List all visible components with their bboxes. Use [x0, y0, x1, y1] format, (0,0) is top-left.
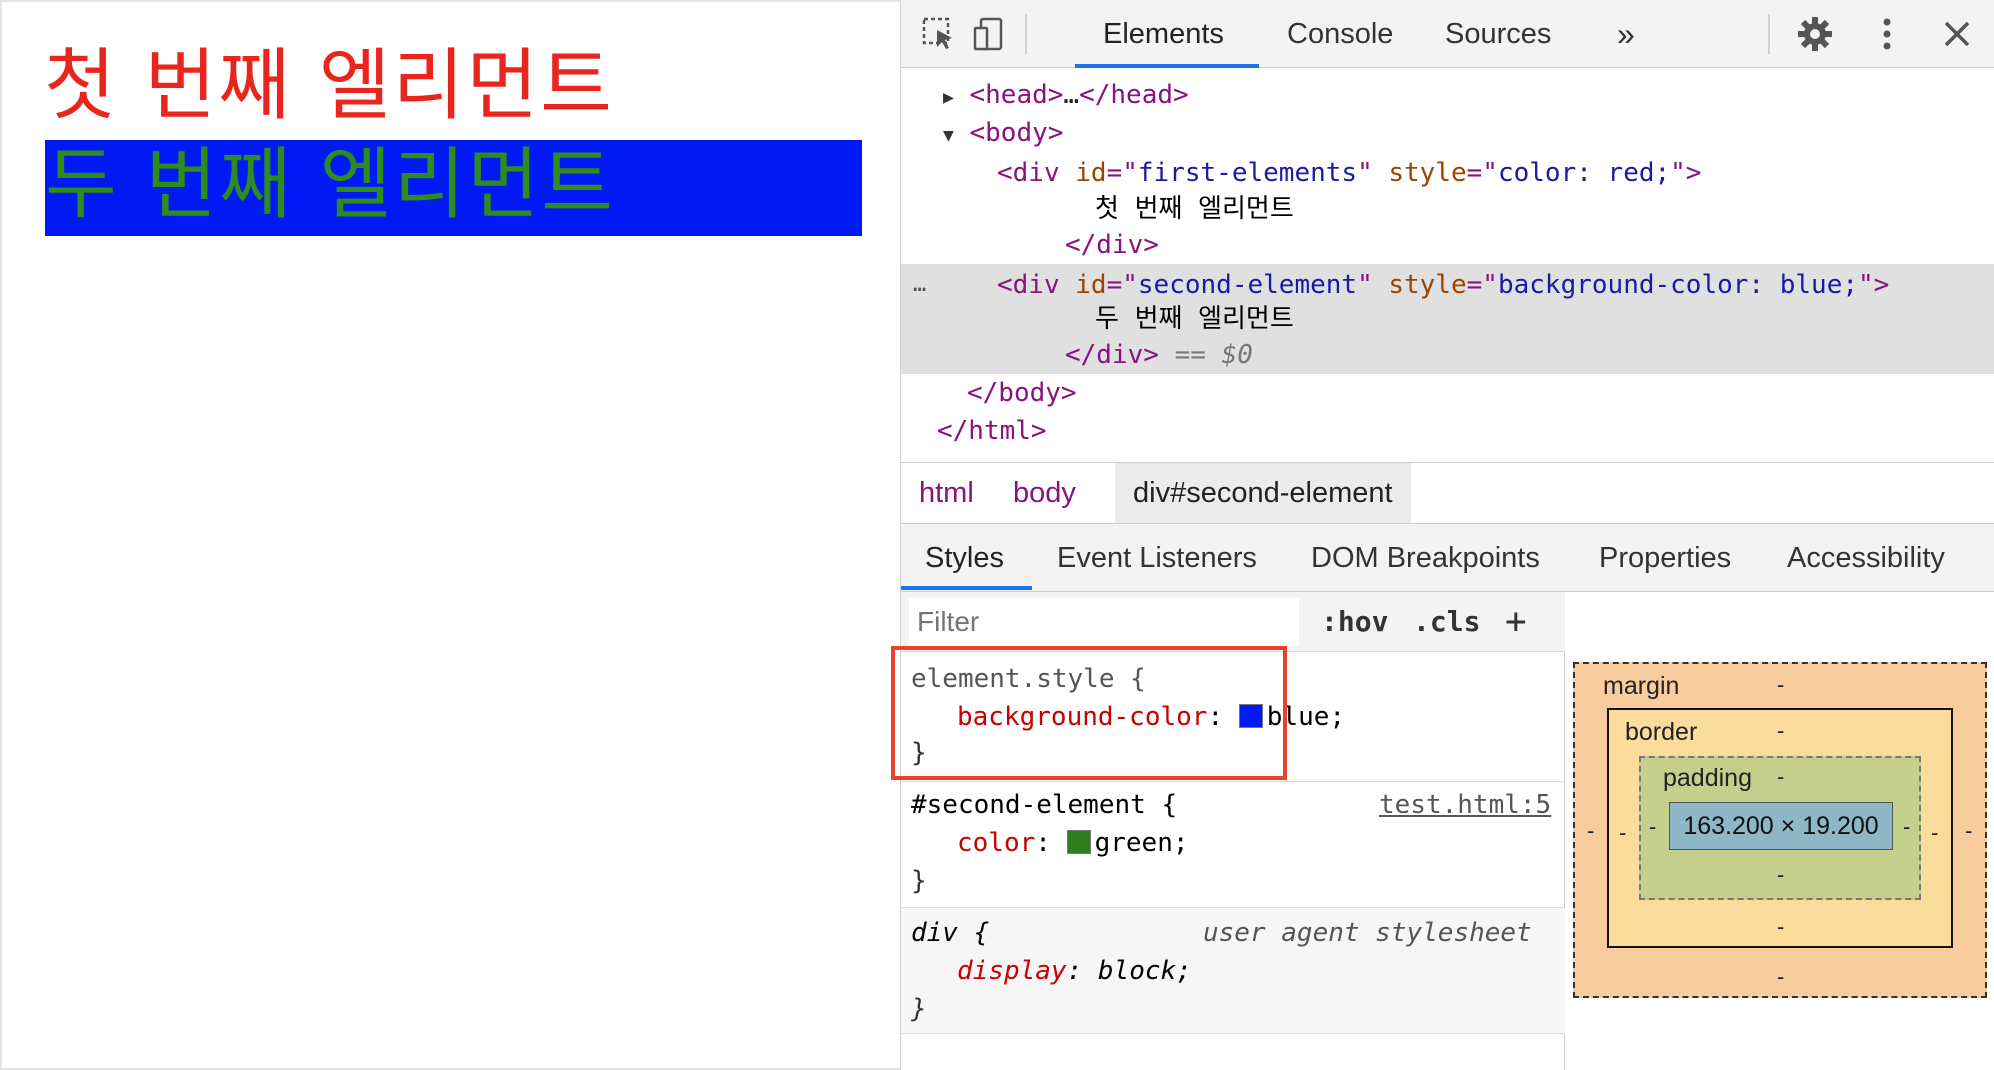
cls-button[interactable]: .cls [1413, 598, 1480, 646]
margin-bottom-value[interactable]: - [1777, 964, 1784, 990]
rule-close-brace: } [911, 994, 927, 1024]
padding-left-value[interactable]: - [1649, 814, 1656, 840]
first-element[interactable]: 첫 번째 엘리먼트 [44, 38, 614, 134]
property-name: display [957, 956, 1067, 986]
tab-elements[interactable]: Elements [1103, 0, 1224, 68]
color-swatch[interactable] [1238, 704, 1263, 728]
tab-properties[interactable]: Properties [1599, 524, 1731, 592]
dom-node-body[interactable]: ▼ <body> [943, 116, 1063, 150]
property-value[interactable]: green; [1095, 828, 1189, 858]
new-rule-button[interactable]: + [1505, 598, 1527, 646]
tab-sources[interactable]: Sources [1445, 0, 1551, 68]
rule-selector: div { [911, 918, 990, 948]
border-bottom-value[interactable]: - [1777, 914, 1784, 940]
hov-button[interactable]: :hov [1321, 598, 1388, 646]
color-swatch[interactable] [1066, 830, 1091, 854]
property-name[interactable]: color [957, 828, 1035, 858]
dom-node-first-div[interactable]: <div id="first-elements" style="color: r… [997, 156, 1701, 190]
head-ellipsis[interactable]: … [1063, 80, 1079, 110]
margin-right-value[interactable]: - [1965, 818, 1972, 844]
settings-icon[interactable] [1795, 14, 1835, 54]
rule-element-style: element.style { background-color: blue; … [901, 654, 1565, 782]
rule-close-brace: } [911, 738, 927, 768]
tab-dom-breakpoints[interactable]: DOM Breakpoints [1311, 524, 1540, 592]
border-label: border [1625, 718, 1698, 746]
box-model-margin[interactable]: margin - - - - border - - - - padding - … [1573, 662, 1987, 998]
rule-declaration: display: block; [957, 956, 1192, 986]
padding-top-value[interactable]: - [1777, 764, 1784, 790]
active-subtab-indicator [901, 586, 1032, 590]
toolbar-divider [1025, 14, 1027, 54]
padding-right-value[interactable]: - [1903, 814, 1910, 840]
margin-left-value[interactable]: - [1587, 818, 1594, 844]
dom-text-first[interactable]: 첫 번째 엘리먼트 [1095, 192, 1294, 226]
body-open-tag: <body> [969, 118, 1064, 148]
devtools-panel: Elements Console Sources » ▶ <head>…</he… [891, 0, 1994, 1070]
tab-accessibility[interactable]: Accessibility [1787, 524, 1945, 592]
border-right-value[interactable]: - [1931, 820, 1938, 846]
padding-label: padding [1663, 764, 1752, 792]
rule-declaration[interactable]: background-color: blue; [957, 700, 1345, 734]
breadcrumb-body[interactable]: body [1013, 463, 1076, 523]
margin-label: margin [1603, 672, 1680, 700]
tab-event-listeners[interactable]: Event Listeners [1057, 524, 1257, 592]
dom-close-html: </html> [937, 416, 1047, 446]
property-name[interactable]: background-color [957, 702, 1207, 732]
box-model-padding[interactable]: padding - - - - 163.200 × 19.200 [1639, 756, 1921, 900]
head-open-tag: <head> [969, 80, 1064, 110]
active-tab-indicator [1075, 64, 1259, 68]
source-link[interactable]: test.html:5 [1379, 788, 1551, 822]
rule-user-agent: div { user agent stylesheet display: blo… [901, 908, 1565, 1034]
filter-input[interactable] [909, 598, 1299, 646]
toolbar-divider [1768, 14, 1770, 54]
more-tabs-icon[interactable]: » [1617, 0, 1635, 68]
second-element[interactable]: 두 번째 엘리먼트 [45, 140, 862, 236]
styles-filter-bar: :hov .cls + [901, 592, 1565, 652]
breadcrumb: html body div#second-element [901, 462, 1994, 524]
breadcrumb-html[interactable]: html [919, 463, 974, 523]
tab-console[interactable]: Console [1287, 0, 1393, 68]
rule-close-brace: } [911, 866, 927, 896]
source-label: user agent stylesheet [1203, 918, 1532, 948]
breadcrumb-div-second-element[interactable]: div#second-element [1115, 463, 1411, 523]
page-preview: 첫 번째 엘리먼트 두 번째 엘리먼트 [0, 0, 900, 1070]
device-toolbar-icon[interactable] [969, 14, 1009, 54]
dom-node-head[interactable]: ▶ <head>…</head> [943, 78, 1189, 112]
selected-marker: == $0 [1174, 340, 1253, 370]
styles-pane: :hov .cls + element.style { background-c… [901, 592, 1565, 1070]
inspect-icon[interactable] [919, 14, 959, 54]
rule-second-element: #second-element { test.html:5 color: gre… [901, 784, 1565, 908]
dom-close-second-div: </div> == $0 [1065, 340, 1253, 370]
property-value[interactable]: blue; [1267, 702, 1345, 732]
padding-bottom-value[interactable]: - [1777, 862, 1784, 888]
border-top-value[interactable]: - [1777, 718, 1784, 744]
kebab-menu-icon[interactable] [1867, 14, 1907, 54]
box-model-content-size[interactable]: 163.200 × 19.200 [1669, 802, 1893, 850]
rule-selector[interactable]: element.style { [911, 662, 1146, 696]
tab-styles[interactable]: Styles [925, 524, 1004, 592]
row-menu-icon[interactable]: … [913, 268, 926, 302]
margin-top-value[interactable]: - [1777, 672, 1784, 698]
box-model-pane: margin - - - - border - - - - padding - … [1565, 592, 1994, 1070]
close-icon[interactable] [1937, 14, 1977, 54]
sidebar-tabs: Styles Event Listeners DOM Breakpoints P… [901, 524, 1994, 592]
rule-declaration[interactable]: color: green; [957, 826, 1189, 860]
dom-close-body: </body> [967, 378, 1077, 408]
box-model-border[interactable]: border - - - - padding - - - - 163.200 ×… [1607, 708, 1953, 948]
border-left-value[interactable]: - [1619, 820, 1626, 846]
head-close-tag: </head> [1079, 80, 1189, 110]
rule-selector[interactable]: #second-element { [911, 788, 1177, 822]
dom-close-first-div: </div> [1065, 230, 1159, 260]
property-value: block; [1097, 956, 1192, 986]
dom-node-second-div[interactable]: <div id="second-element" style="backgrou… [997, 268, 1889, 302]
dom-text-second[interactable]: 두 번째 엘리먼트 [1095, 302, 1294, 336]
devtools-toolbar: Elements Console Sources » [901, 0, 1994, 68]
